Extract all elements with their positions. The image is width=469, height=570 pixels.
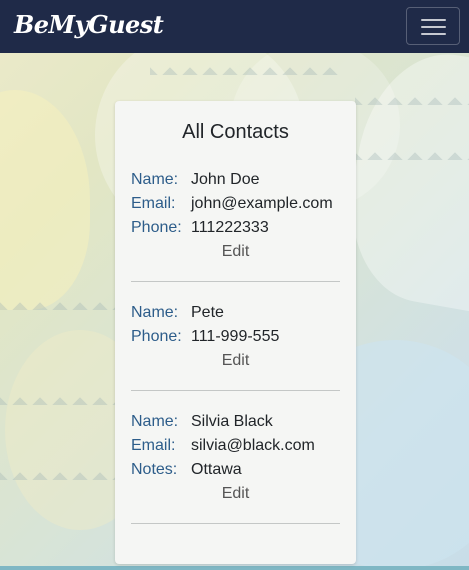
contact-divider <box>131 390 340 391</box>
field-label: Name: <box>131 304 179 321</box>
edit-contact-link[interactable]: Edit <box>131 482 340 506</box>
field-label: Name: <box>131 413 179 430</box>
edit-contact-link[interactable]: Edit <box>131 240 340 264</box>
hamburger-menu-icon <box>421 19 446 21</box>
field-value: John Doe <box>191 171 260 188</box>
field-value: Pete <box>191 304 224 321</box>
field-value: 111222333 <box>191 219 269 236</box>
background-pattern <box>355 150 469 160</box>
contact-field-row: Email: silvia@black.com <box>131 434 340 458</box>
page-bottom-edge <box>0 566 469 570</box>
contact-field-row: Email: john@example.com <box>131 192 340 216</box>
brand-logo[interactable]: BeMyGuest <box>14 10 164 39</box>
field-value: silvia@black.com <box>191 437 315 454</box>
field-label: Phone: <box>131 328 182 345</box>
field-label: Phone: <box>131 219 182 236</box>
background-pattern <box>0 470 115 480</box>
contact-item: Name: Pete Phone: 111-999-555 Edit <box>131 301 340 373</box>
contact-field-row: Phone: 111-999-555 <box>131 325 340 349</box>
contact-divider <box>131 281 340 282</box>
background-pattern <box>355 95 469 105</box>
card-title: All Contacts <box>182 121 289 143</box>
contact-field-row: Name: Silvia Black <box>131 410 340 434</box>
contact-field-row: Name: John Doe <box>131 168 340 192</box>
field-value: 111-999-555 <box>191 328 280 345</box>
edit-label: Edit <box>221 485 250 502</box>
edit-label: Edit <box>221 243 250 260</box>
contact-field-row: Phone: 111222333 <box>131 216 340 240</box>
background-pattern <box>0 395 115 405</box>
field-label: Email: <box>131 437 176 454</box>
navbar: BeMyGuest <box>0 0 469 53</box>
background-shape <box>0 90 90 310</box>
hamburger-menu-icon <box>421 33 446 35</box>
background-pattern <box>150 65 340 75</box>
contact-field-row: Name: Pete <box>131 301 340 325</box>
field-value: Silvia Black <box>191 413 273 430</box>
contacts-card: All Contacts Name: John Doe Email: john@… <box>115 101 356 564</box>
edit-label: Edit <box>221 352 250 369</box>
edit-contact-link[interactable]: Edit <box>131 349 340 373</box>
field-label: Email: <box>131 195 176 212</box>
contact-item: Name: Silvia Black Email: silvia@black.c… <box>131 410 340 506</box>
contact-divider <box>131 523 340 524</box>
field-label: Name: <box>131 171 179 188</box>
navbar-toggler-button[interactable] <box>406 7 460 45</box>
field-value: Ottawa <box>191 461 242 478</box>
field-value: john@example.com <box>191 195 333 212</box>
background-pattern <box>0 300 115 310</box>
field-label: Notes: <box>131 461 178 478</box>
contact-item: Name: John Doe Email: john@example.com P… <box>131 168 340 264</box>
hamburger-menu-icon <box>421 26 446 28</box>
contact-field-row: Notes: Ottawa <box>131 458 340 482</box>
